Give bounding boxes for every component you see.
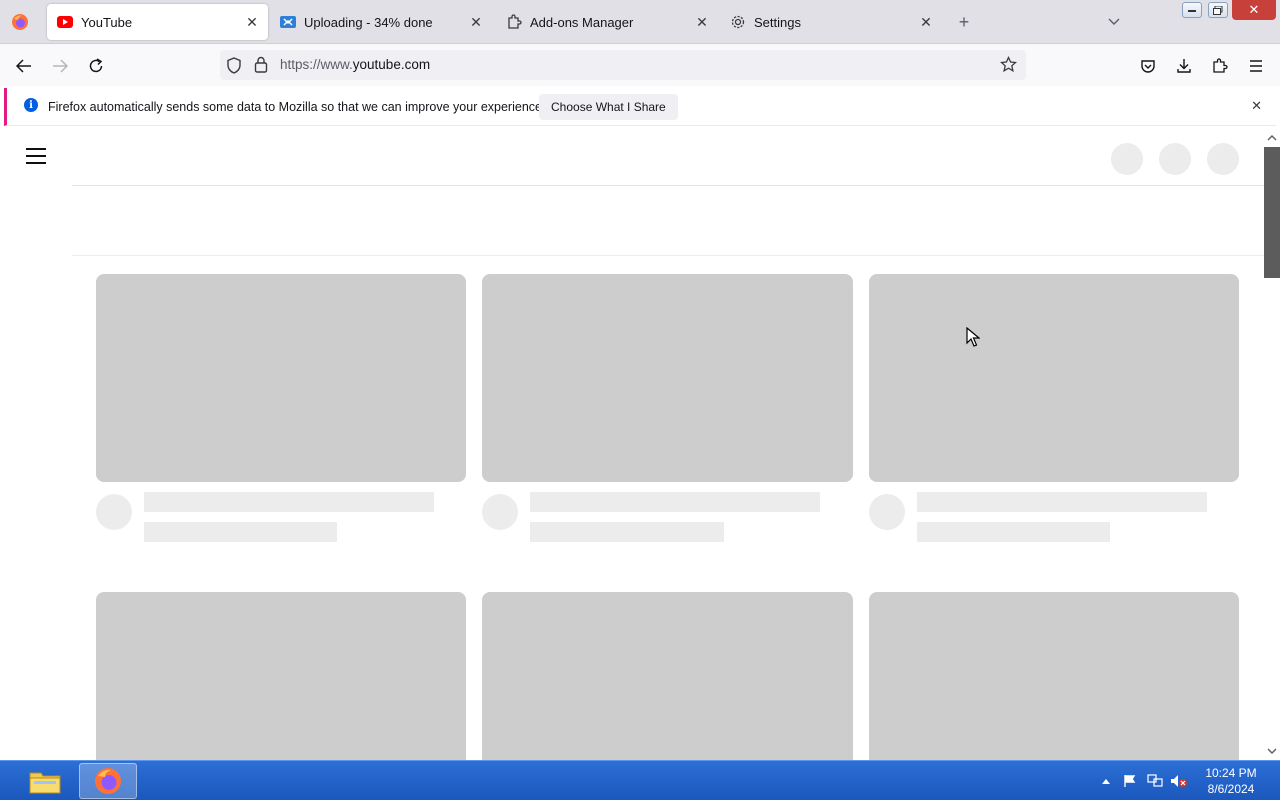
clock-time: 10:24 PM xyxy=(1205,766,1257,780)
extensions-puzzle-icon[interactable] xyxy=(1206,52,1234,80)
bookmark-star-icon[interactable] xyxy=(999,55,1018,78)
pocket-icon[interactable] xyxy=(1134,52,1162,80)
list-all-tabs-chevron-down-icon[interactable] xyxy=(1102,12,1126,32)
tab-title: Add-ons Manager xyxy=(530,14,634,30)
title-line-skeleton xyxy=(530,492,820,512)
channel-avatar-skeleton xyxy=(96,494,132,530)
reload-icon[interactable] xyxy=(82,52,110,80)
url-text[interactable]: https://www.youtube.com xyxy=(280,57,430,72)
close-notification-icon[interactable]: ✕ xyxy=(1251,98,1262,114)
network-icon[interactable] xyxy=(1146,771,1164,791)
downloads-icon[interactable] xyxy=(1170,52,1198,80)
tab-strip: YouTube ✕ Uploading - 34% done ✕ Add-ons… xyxy=(0,0,1280,44)
close-tab-icon[interactable]: ✕ xyxy=(240,10,264,34)
firefox-logo-icon xyxy=(12,14,28,30)
close-tab-icon[interactable]: ✕ xyxy=(690,10,714,34)
video-thumbnail-skeleton xyxy=(869,274,1239,482)
hamburger-menu-icon[interactable] xyxy=(1242,52,1270,80)
scroll-up-arrow-icon[interactable] xyxy=(1267,133,1277,143)
header-skeleton-circle xyxy=(1207,143,1239,175)
back-arrow-icon[interactable] xyxy=(10,52,38,80)
file-explorer-folder-icon[interactable] xyxy=(16,763,74,799)
page-content xyxy=(0,130,1264,760)
url-bar[interactable]: https://www.youtube.com xyxy=(220,50,1026,80)
upload-icon xyxy=(280,14,296,30)
guide-menu-icon[interactable] xyxy=(26,148,46,164)
tab-youtube[interactable]: YouTube ✕ xyxy=(47,4,268,40)
tab-settings[interactable]: Settings ✕ xyxy=(720,4,942,40)
forward-arrow-icon[interactable] xyxy=(46,52,74,80)
puzzle-icon xyxy=(506,14,522,30)
header-divider xyxy=(72,185,1264,186)
data-collection-notification: i Firefox automatically sends some data … xyxy=(4,88,1276,126)
url-prefix: https://www. xyxy=(280,57,353,72)
gear-icon xyxy=(730,14,746,30)
meta-line-skeleton xyxy=(144,522,337,542)
tab-uploading[interactable]: Uploading - 34% done ✕ xyxy=(270,4,492,40)
lock-icon[interactable] xyxy=(254,56,268,78)
youtube-icon xyxy=(57,14,73,30)
video-thumbnail-skeleton xyxy=(482,592,853,760)
channel-avatar-skeleton xyxy=(869,494,905,530)
url-domain: youtube.com xyxy=(352,57,431,72)
close-tab-icon[interactable]: ✕ xyxy=(914,10,938,34)
close-tab-icon[interactable]: ✕ xyxy=(464,10,488,34)
volume-muted-icon[interactable] xyxy=(1170,771,1188,791)
clock-date: 8/6/2024 xyxy=(1207,782,1255,796)
show-hidden-icons-caret-up-icon[interactable] xyxy=(1100,771,1112,791)
header-skeleton-circle xyxy=(1111,143,1143,175)
info-icon: i xyxy=(24,98,38,112)
scrollbar-thumb[interactable] xyxy=(1264,147,1280,278)
video-thumbnail-skeleton xyxy=(96,592,466,760)
windows-taskbar: 10:24 PM 8/6/2024 xyxy=(0,760,1280,800)
close-window-button[interactable]: ✕ xyxy=(1232,0,1276,20)
navigation-toolbar: https://www.youtube.com xyxy=(0,44,1280,86)
tab-addons-manager[interactable]: Add-ons Manager ✕ xyxy=(496,4,718,40)
header-skeleton-circle xyxy=(1159,143,1191,175)
tab-title: YouTube xyxy=(81,14,133,30)
video-thumbnail-skeleton xyxy=(482,274,853,482)
title-line-skeleton xyxy=(144,492,434,512)
tab-title: Uploading - 34% done xyxy=(304,14,433,30)
page-scrollbar[interactable] xyxy=(1264,130,1280,760)
meta-line-skeleton xyxy=(530,522,724,542)
tab-title: Settings xyxy=(754,14,801,30)
tracking-protection-shield-icon[interactable] xyxy=(226,57,242,79)
firefox-taskbar-icon[interactable] xyxy=(79,763,137,799)
action-center-flag-icon[interactable] xyxy=(1122,771,1138,791)
video-thumbnail-skeleton xyxy=(96,274,466,482)
new-tab-plus-icon[interactable]: + xyxy=(952,10,976,34)
system-clock[interactable]: 10:24 PM 8/6/2024 xyxy=(1196,765,1266,797)
firefox-view-button[interactable] xyxy=(0,0,40,44)
chips-divider xyxy=(72,255,1264,256)
meta-line-skeleton xyxy=(917,522,1110,542)
title-line-skeleton xyxy=(917,492,1207,512)
choose-what-i-share-button[interactable]: Choose What I Share xyxy=(539,94,678,120)
minimize-window-button[interactable] xyxy=(1180,0,1204,20)
restore-window-button[interactable] xyxy=(1206,0,1230,20)
scroll-down-arrow-icon[interactable] xyxy=(1267,746,1277,756)
video-thumbnail-skeleton xyxy=(869,592,1239,760)
notification-text: Firefox automatically sends some data to… xyxy=(48,100,546,114)
channel-avatar-skeleton xyxy=(482,494,518,530)
mouse-cursor-icon xyxy=(966,326,981,353)
